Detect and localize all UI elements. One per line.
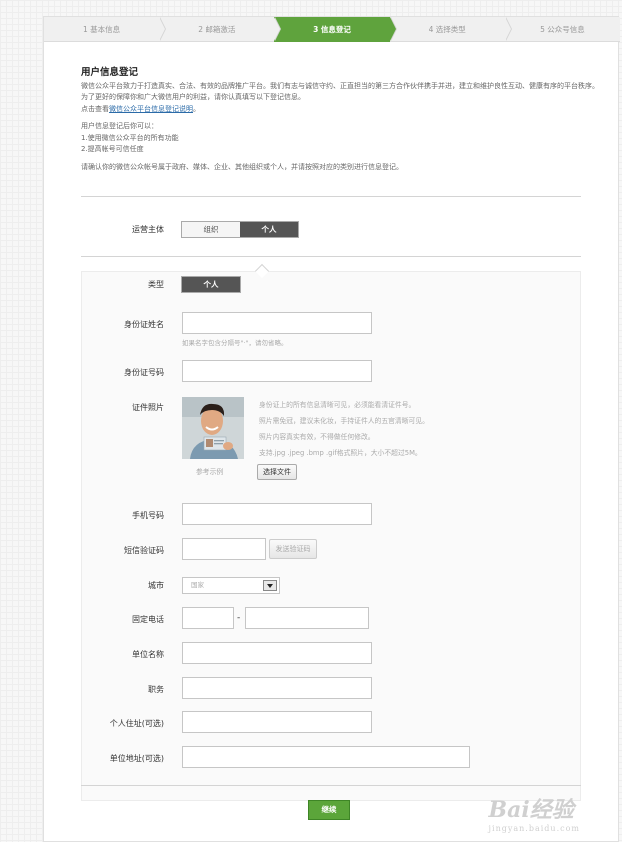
type-option-person[interactable]: 个人	[182, 277, 240, 292]
photo-label: 证件照片	[132, 403, 164, 412]
registration-page: 1 基本信息 2 邮箱激活 3 信息登记 4 选择类型 5 公众号信息 用户信息…	[43, 16, 620, 842]
city-label: 城市	[148, 581, 164, 590]
subject-label: 运营主体	[132, 225, 164, 234]
photo-req-line: 照片内容真实有效，不得做任何修改。	[259, 433, 375, 441]
company-label: 单位名称	[132, 650, 164, 659]
landline-input[interactable]	[245, 607, 369, 629]
subject-option-org[interactable]: 组织	[182, 222, 240, 237]
link-suffix: 。	[193, 104, 200, 113]
subject-option-person[interactable]: 个人	[240, 222, 298, 237]
intro-section: 用户信息登记 微信公众平台致力于打造真实、合法、有效的品牌推广平台。我们有志与诚…	[81, 67, 601, 173]
photo-req-line: 身份证上的所有信息清晰可见，必须能看清证件号。	[259, 401, 416, 409]
phone-label: 手机号码	[132, 511, 164, 520]
step-account-info: 5 公众号信息	[540, 25, 585, 34]
step-info-registration: 3 信息登记	[274, 17, 397, 42]
divider	[81, 256, 581, 257]
position-label: 职务	[148, 685, 164, 694]
landline-label: 固定电话	[132, 615, 164, 624]
baidu-watermark: Bai经验 jingyan.baidu.com	[489, 792, 580, 833]
step-basic-info: 1 基本信息	[44, 17, 167, 42]
home-address-label: 个人住址(可选)	[109, 719, 164, 728]
benefit-item: 1.使用微信公众平台的所有功能	[81, 133, 179, 142]
link-prefix: 点击查看	[81, 104, 109, 113]
page-title: 用户信息登记	[81, 67, 139, 78]
id-name-input[interactable]	[182, 312, 372, 334]
step-choose-type: 4 选择类型	[390, 17, 513, 42]
city-select[interactable]: 国家	[182, 577, 280, 594]
sms-code-input[interactable]	[182, 538, 266, 560]
city-select-value: 国家	[191, 581, 204, 589]
work-address-input[interactable]	[182, 746, 470, 768]
company-input[interactable]	[182, 642, 372, 664]
photo-req-line: 照片需免冠，建议未化妆，手持证件人的五官清晰可见。	[259, 417, 429, 425]
benefit-item: 2.提高帐号可信任度	[81, 145, 144, 153]
type-toggle: 个人	[181, 276, 241, 293]
divider	[81, 196, 581, 197]
person-holding-id-image	[182, 397, 244, 459]
phone-input[interactable]	[182, 503, 372, 525]
photo-caption: 参考示例	[196, 468, 224, 476]
position-input[interactable]	[182, 677, 372, 699]
divider	[81, 785, 581, 786]
watermark-brand: Bai经验	[488, 797, 574, 823]
id-number-input[interactable]	[182, 360, 372, 382]
continue-button[interactable]: 继续	[308, 800, 350, 820]
id-name-hint: 如果名字包含分隔号"·"，请勿省略。	[182, 339, 288, 347]
id-number-label: 身份证号码	[124, 368, 164, 377]
choose-file-button[interactable]: 选择文件	[257, 464, 297, 480]
photo-req-line: 支持.jpg .jpeg .bmp .gif格式照片，大小不超过5M。	[259, 449, 422, 457]
chevron-down-icon[interactable]	[263, 580, 277, 591]
benefits-title: 用户信息登记后你可以：	[81, 122, 158, 130]
confirm-text: 请确认你的微信公众帐号属于政府、媒体、企业、其他组织或个人，并请按照对应的类别进…	[81, 162, 403, 171]
id-name-label: 身份证姓名	[124, 320, 164, 329]
intro-link-line: 点击查看微信公众平台信息登记说明。	[81, 104, 601, 116]
area-code-input[interactable]	[182, 607, 234, 629]
step-email-activation: 2 邮箱激活	[159, 17, 282, 42]
home-address-input[interactable]	[182, 711, 372, 733]
step-bar: 1 基本信息 2 邮箱激活 3 信息登记 4 选择类型 5 公众号信息	[44, 17, 620, 42]
watermark-url: jingyan.baidu.com	[488, 824, 580, 833]
subject-toggle: 组织 个人	[181, 221, 299, 238]
sample-photo	[182, 397, 244, 459]
photo-requirements: 身份证上的所有信息清晰可见，必须能看清证件号。 照片需免冠，建议未化妆，手持证件…	[259, 397, 429, 461]
work-address-label: 单位地址(可选)	[109, 754, 164, 763]
tel-separator: -	[237, 613, 241, 623]
send-code-button[interactable]: 发送验证码	[269, 539, 317, 559]
sms-code-label: 短信验证码	[124, 546, 164, 555]
intro-paragraph: 微信公众平台致力于打造真实、合法、有效的品牌推广平台。我们有志与诚信守约、正直担…	[81, 81, 599, 102]
registration-guide-link[interactable]: 微信公众平台信息登记说明	[109, 105, 193, 113]
type-label: 类型	[148, 280, 164, 289]
